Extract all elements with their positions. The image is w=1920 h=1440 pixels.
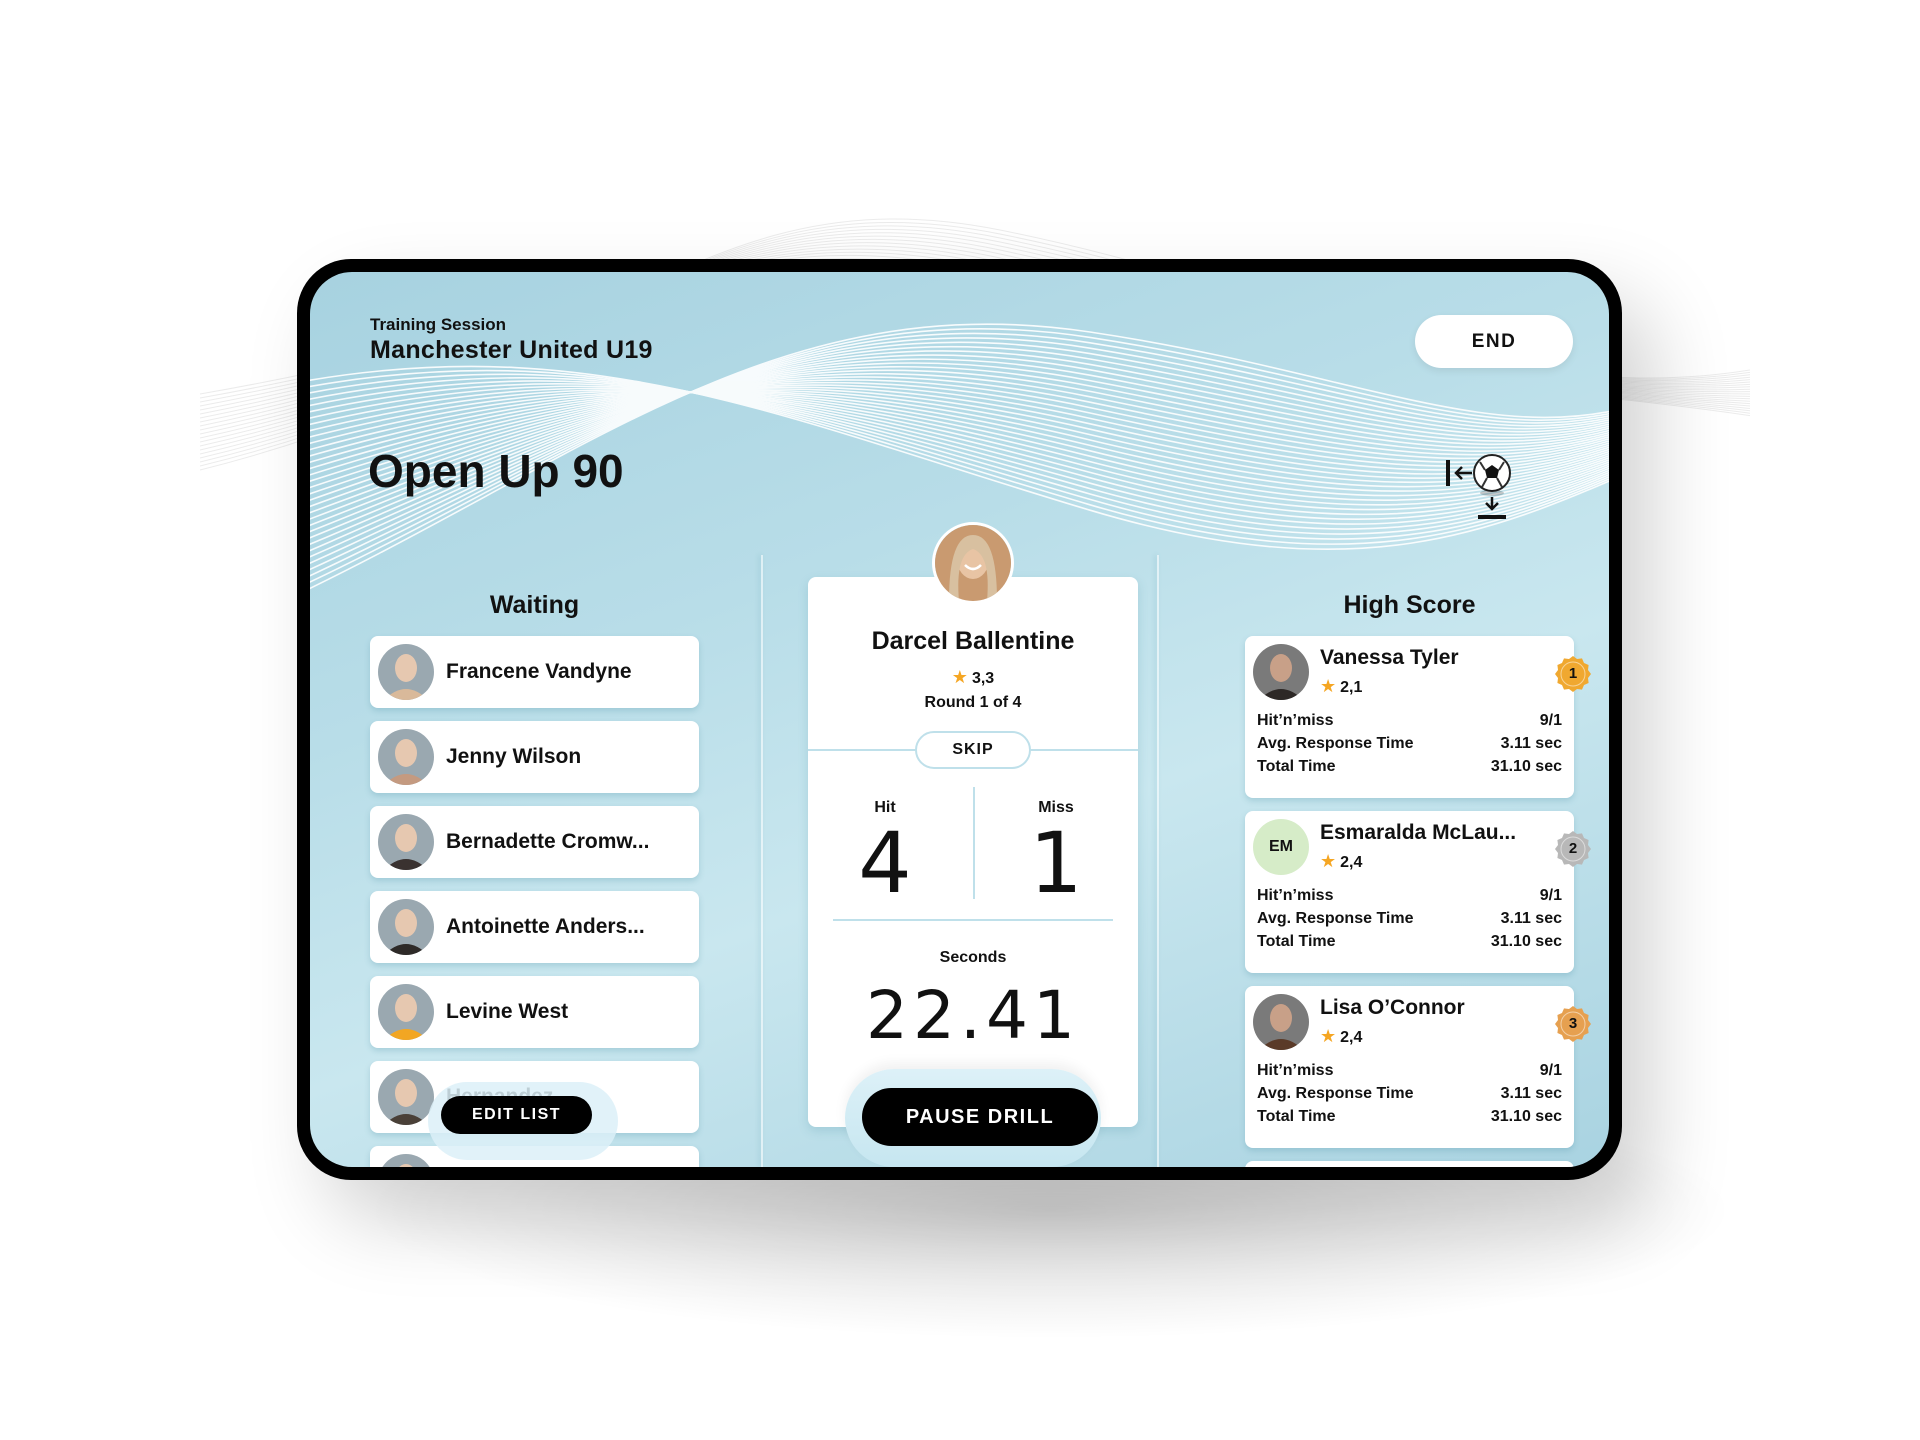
current-player-rating: ★ 3,3 xyxy=(808,667,1138,688)
waiting-player-name: Francene Vandyne xyxy=(446,660,632,683)
stat-label: Hit’n’miss xyxy=(1257,712,1334,729)
hit-count: 4 xyxy=(858,814,912,912)
high-score-name: Vanessa Tyler xyxy=(1320,646,1459,669)
waiting-player-item[interactable]: Francene Vandyne xyxy=(370,636,699,708)
stat-label: Total Time xyxy=(1257,758,1336,775)
high-score-entry[interactable]: Vanessa Tyler ★ 2,1 Hit’n’miss 9/1 Avg. Respo… xyxy=(1245,636,1591,798)
stat-value: 31.10 sec xyxy=(1490,933,1562,950)
miss-count: 1 xyxy=(1029,814,1083,912)
stat-label: Avg. Response Time xyxy=(1257,735,1414,752)
player-avatar xyxy=(378,899,434,955)
seconds-timer: 22.41 xyxy=(866,977,1080,1054)
stat-row-total: Total Time 31.10 sec xyxy=(1257,933,1562,951)
stat-value: 3.11 sec xyxy=(1500,910,1562,927)
stat-value: 3.11 sec xyxy=(1500,735,1562,752)
seconds-label: Seconds xyxy=(939,949,1007,966)
player-avatar xyxy=(1253,644,1309,700)
stat-row-hit-miss: Hit’n’miss 9/1 xyxy=(1257,1062,1562,1080)
stat-value: 3.11 sec xyxy=(1500,1085,1562,1102)
stat-value: 9/1 xyxy=(1539,887,1562,904)
player-avatar xyxy=(378,1154,434,1167)
column-divider-right xyxy=(1157,555,1159,1167)
end-session-button[interactable]: END xyxy=(1415,315,1573,368)
player-avatar xyxy=(378,814,434,870)
rank-medal-icon: 3 xyxy=(1555,1006,1591,1042)
rank-medal-icon: 1 xyxy=(1555,656,1591,692)
waiting-player-item[interactable]: Jenny Wilson xyxy=(370,721,699,793)
waiting-player-item[interactable]: Levine West xyxy=(370,976,699,1048)
edit-list-button[interactable]: EDIT LIST xyxy=(441,1096,592,1134)
current-player-name: Darcel Ballentine xyxy=(871,627,1075,655)
round-indicator: Round 1 of 4 xyxy=(924,694,1022,711)
waiting-player-item[interactable]: Antoinette Anders... xyxy=(370,891,699,963)
skip-button[interactable]: SKIP xyxy=(915,731,1031,769)
high-score-rating: ★ 2,4 xyxy=(1320,1026,1362,1047)
initials-avatar: EM xyxy=(1253,819,1309,875)
drill-title: Open Up 90 xyxy=(368,445,624,497)
team-name: Manchester United U19 xyxy=(370,336,653,364)
waiting-title: Waiting xyxy=(489,591,580,619)
rating-value: 2,4 xyxy=(1340,854,1363,871)
player-avatar xyxy=(378,984,434,1040)
player-avatar xyxy=(378,644,434,700)
waiting-player-name: Bernadette Cromw... xyxy=(446,830,650,853)
star-icon: ★ xyxy=(951,667,968,687)
player-avatar xyxy=(1253,994,1309,1050)
stat-label: Avg. Response Time xyxy=(1257,910,1414,927)
current-player-avatar xyxy=(932,522,1014,604)
soccer-ball-drill-icon[interactable] xyxy=(1440,442,1520,522)
stat-value: 9/1 xyxy=(1539,1062,1562,1079)
high-score-entry[interactable]: Lisa O’Connor ★ 2,4 Hit’n’miss 9/1 Avg. Respo… xyxy=(1245,986,1591,1148)
rating-value: 2,4 xyxy=(1340,1029,1363,1046)
stat-label: Avg. Response Time xyxy=(1257,1085,1414,1102)
stat-row-hit-miss: Hit’n’miss 9/1 xyxy=(1257,712,1562,730)
high-score-name: Esmaralda McLau... xyxy=(1320,821,1517,844)
high-score-entry[interactable]: Francene Vandyne xyxy=(1245,1161,1574,1167)
tablet-frame: Training Session Manchester United U19 O… xyxy=(297,259,1622,1180)
stat-label: Hit’n’miss xyxy=(1257,1062,1334,1079)
high-score-rating: ★ 2,4 xyxy=(1320,851,1362,872)
stat-label: Hit’n’miss xyxy=(1257,887,1334,904)
high-score-entry[interactable]: EM Esmaralda McLau... ★ 2,4 Hit’n’miss 9/1 Avg… xyxy=(1245,811,1591,973)
waiting-player-name: Levine West xyxy=(446,1000,569,1023)
stat-label: Total Time xyxy=(1257,933,1336,950)
session-label: Training Session xyxy=(370,315,507,334)
rating-value: 3,3 xyxy=(971,670,995,687)
pause-drill-button[interactable]: PAUSE DRILL xyxy=(862,1088,1098,1146)
star-icon: ★ xyxy=(1320,676,1337,696)
column-divider-left xyxy=(761,555,763,1167)
high-score-rating: ★ 2,1 xyxy=(1320,676,1362,697)
stat-row-total: Total Time 31.10 sec xyxy=(1257,758,1562,776)
high-score-name: Lisa O’Connor xyxy=(1320,996,1465,1019)
waiting-player-name: Jenny Wilson xyxy=(446,745,582,768)
high-score-title: High Score xyxy=(1343,591,1476,619)
stat-row-total: Total Time 31.10 sec xyxy=(1257,1108,1562,1126)
rank-number: 1 xyxy=(1568,665,1578,682)
stat-row-avg: Avg. Response Time 3.11 sec xyxy=(1257,1085,1562,1103)
stat-value: 9/1 xyxy=(1539,712,1562,729)
stat-divider-vertical xyxy=(973,787,975,899)
rank-medal-icon: 2 xyxy=(1555,831,1591,867)
stat-row-hit-miss: Hit’n’miss 9/1 xyxy=(1257,887,1562,905)
stat-row-avg: Avg. Response Time 3.11 sec xyxy=(1257,910,1562,928)
waiting-player-name: Antoinette Anders... xyxy=(446,915,645,938)
stat-row-avg: Avg. Response Time 3.11 sec xyxy=(1257,735,1562,753)
star-icon: ★ xyxy=(1320,1026,1337,1046)
app-screen: Training Session Manchester United U19 O… xyxy=(310,272,1609,1167)
rating-value: 2,1 xyxy=(1340,679,1363,696)
star-icon: ★ xyxy=(1320,851,1337,871)
waiting-player-item[interactable]: Bernadette Cromw... xyxy=(370,806,699,878)
player-avatar xyxy=(378,729,434,785)
stat-value: 31.10 sec xyxy=(1490,1108,1562,1125)
stat-divider-horizontal xyxy=(833,919,1113,921)
rank-number: 3 xyxy=(1568,1015,1578,1032)
rank-number: 2 xyxy=(1568,840,1578,857)
player-avatar xyxy=(378,1069,434,1125)
stat-label: Total Time xyxy=(1257,1108,1336,1125)
stat-value: 31.10 sec xyxy=(1490,758,1562,775)
current-player-card: Darcel Ballentine ★ 3,3 Round 1 of 4 SKIP… xyxy=(808,577,1138,1127)
